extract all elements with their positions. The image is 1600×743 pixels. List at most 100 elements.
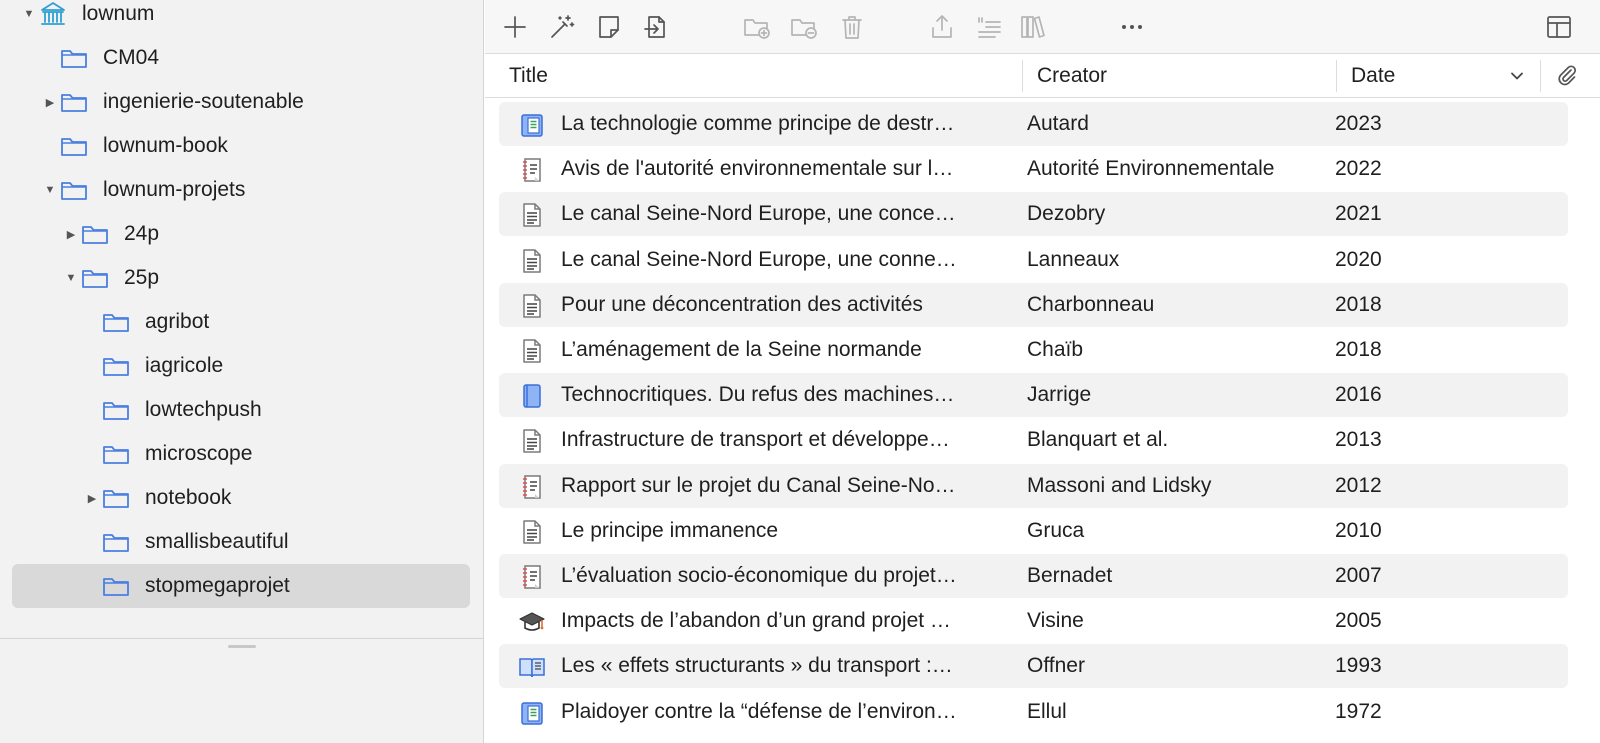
collection-item-label: smallisbeautiful — [145, 530, 289, 553]
item-creator: Offner — [1027, 654, 1085, 678]
column-header-date[interactable]: Date — [1351, 54, 1511, 98]
item-date: 2010 — [1335, 518, 1382, 542]
folder-icon — [80, 266, 110, 290]
layout-button[interactable] — [1542, 10, 1576, 44]
table-row[interactable]: Le principe immanence Gruca 2010 — [499, 509, 1568, 553]
report-icon — [517, 562, 547, 592]
folder-icon — [101, 486, 131, 510]
table-row[interactable]: Avis de l'autorité environnementale sur … — [499, 147, 1568, 191]
collection-item[interactable]: stopmegaprojet — [12, 564, 470, 608]
thesis-icon — [517, 607, 547, 637]
expand-arrow-icon[interactable]: ▶ — [64, 227, 78, 241]
collection-item[interactable]: ▶ ingenierie-soutenable — [12, 80, 470, 124]
collection-item[interactable]: ▼ 25p — [12, 256, 470, 300]
table-row[interactable]: Impacts de l’abandon d’un grand projet …… — [499, 599, 1568, 643]
chevron-down-icon[interactable] — [1507, 54, 1527, 98]
note-icon — [595, 13, 623, 41]
expand-arrow-icon[interactable]: ▶ — [43, 95, 57, 109]
collection-item[interactable]: ▼ lownum — [12, 0, 470, 36]
item-creator: Autard — [1027, 112, 1089, 135]
folder-icon — [101, 398, 131, 422]
table-row[interactable]: Les « effets structurants » du transport… — [499, 644, 1568, 689]
document-icon — [517, 200, 547, 230]
more-button[interactable] — [1115, 10, 1149, 44]
item-date: 2018 — [1335, 292, 1382, 316]
trash-icon — [838, 13, 866, 41]
table-row[interactable]: Infrastructure de transport et développe… — [499, 418, 1568, 462]
table-row[interactable]: Pour une déconcentration des activités Ch… — [499, 282, 1568, 327]
collection-item[interactable]: iagricole — [12, 344, 470, 388]
column-header-date-label: Date — [1351, 64, 1396, 87]
collection-item-label: notebook — [145, 486, 232, 509]
new-subcollection-button[interactable] — [740, 10, 774, 44]
collection-item[interactable]: lowtechpush — [12, 388, 470, 432]
table-row[interactable]: L’aménagement de la Seine normande Chaïb 2… — [499, 328, 1568, 372]
folder-icon — [59, 46, 89, 70]
table-row[interactable]: Le canal Seine-Nord Europe, une conce… De… — [499, 192, 1568, 237]
expand-arrow-icon[interactable]: ▶ — [85, 491, 99, 505]
table-row[interactable]: La technologie comme principe de destr… A… — [499, 102, 1568, 146]
collection-item[interactable]: ▶ notebook — [12, 476, 470, 520]
column-separator[interactable] — [1336, 60, 1337, 92]
item-title: L’aménagement de la Seine normande — [561, 338, 922, 361]
table-row[interactable]: L’évaluation socio-économique du projet…… — [499, 554, 1568, 598]
item-title: Infrastructure de transport et développe… — [561, 428, 950, 452]
item-title: L’évaluation socio-économique du projet… — [561, 564, 957, 587]
collection-item[interactable]: agribot — [12, 300, 470, 344]
collapse-arrow-icon[interactable]: ▼ — [22, 7, 36, 21]
column-header-title-label: Title — [509, 64, 548, 87]
table-row[interactable]: Le canal Seine-Nord Europe, une conne… La… — [499, 238, 1568, 282]
collection-item-label: iagricole — [145, 354, 224, 377]
collection-item-label: lowtechpush — [145, 398, 262, 421]
magic-wand-icon — [548, 13, 576, 41]
magic-wand-button[interactable] — [545, 10, 579, 44]
collection-item-label: agribot — [145, 310, 210, 333]
item-creator: Gruca — [1027, 518, 1085, 542]
document-icon — [517, 336, 547, 366]
import-file-button[interactable] — [639, 10, 673, 44]
collection-item[interactable]: ▼ lownum-projets — [12, 168, 470, 212]
item-title: Avis de l'autorité environnementale sur … — [561, 157, 954, 181]
pane-resize-handle[interactable] — [228, 645, 256, 648]
column-separator[interactable] — [1022, 60, 1023, 92]
column-header-title[interactable]: Title — [509, 54, 989, 98]
paperclip-icon[interactable] — [1549, 54, 1585, 98]
plus-button[interactable] — [498, 10, 532, 44]
collection-item[interactable]: CM04 — [12, 36, 470, 80]
item-date: 2018 — [1335, 338, 1382, 361]
layout-icon — [1545, 13, 1573, 41]
item-creator: Lanneaux — [1027, 247, 1120, 271]
more-icon — [1118, 13, 1146, 41]
collection-item-label: stopmegaprojet — [145, 574, 290, 597]
collection-item[interactable]: microscope — [12, 432, 470, 476]
export-button[interactable] — [925, 10, 959, 44]
table-row[interactable]: Rapport sur le projet du Canal Seine-No…… — [499, 463, 1568, 508]
item-title: Le principe immanence — [561, 518, 779, 542]
item-creator: Blanquart et al. — [1027, 428, 1169, 452]
item-creator: Dezobry — [1027, 202, 1106, 226]
item-title: Impacts de l’abandon d’un grand projet … — [561, 609, 951, 633]
items-pane: Title Creator Date La technologie comme … — [485, 0, 1600, 743]
folder-icon — [101, 530, 131, 554]
column-separator[interactable] — [1540, 60, 1541, 92]
cite-button[interactable] — [972, 10, 1006, 44]
collapse-arrow-icon[interactable]: ▼ — [64, 271, 78, 285]
collapse-arrow-icon[interactable]: ▼ — [43, 183, 57, 197]
collection-item[interactable]: lownum-book — [12, 124, 470, 168]
table-row[interactable]: Technocritiques. Du refus des machines… J… — [499, 373, 1568, 418]
column-header-creator[interactable]: Creator — [1037, 54, 1317, 98]
trash-button[interactable] — [835, 10, 869, 44]
remove-collection-button[interactable] — [787, 10, 821, 44]
table-row[interactable]: Plaidoyer contre la “défense de l’enviro… — [499, 690, 1568, 734]
import-file-icon — [642, 13, 670, 41]
note-button[interactable] — [592, 10, 626, 44]
collection-item[interactable]: ▶ 24p — [12, 212, 470, 256]
item-date: 2016 — [1335, 383, 1382, 407]
collection-item[interactable]: smallisbeautiful — [12, 520, 470, 564]
library-books-button[interactable] — [1016, 10, 1050, 44]
book-section-icon — [517, 698, 547, 728]
